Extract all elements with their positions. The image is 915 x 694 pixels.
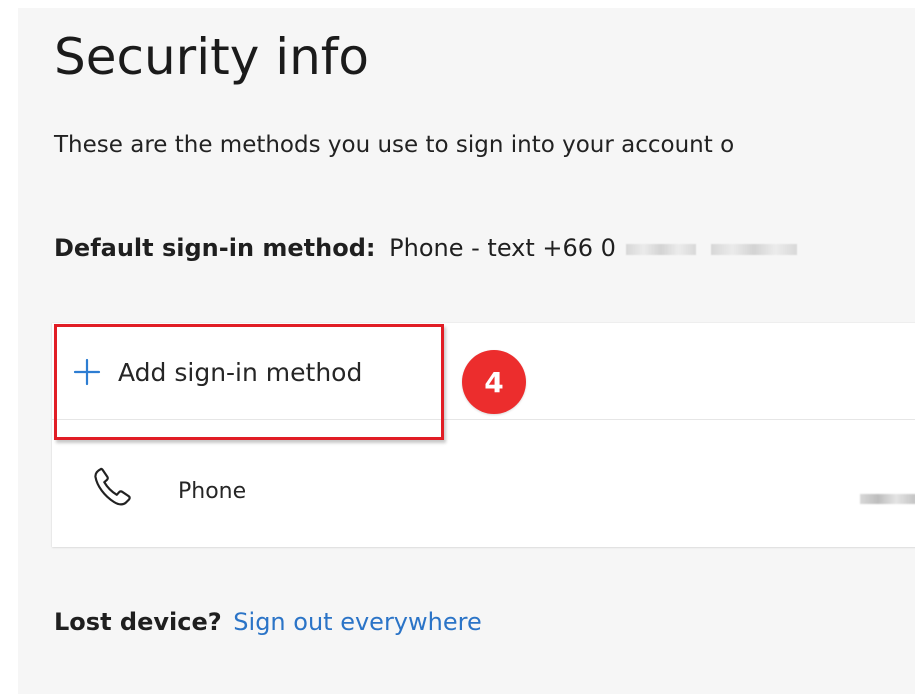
lost-device-section: Lost device? Sign out everywhere [54, 608, 482, 637]
page-description: These are the methods you use to sign in… [54, 132, 735, 158]
add-sign-in-method-label: Add sign-in method [118, 357, 363, 387]
default-sign-in-method-label: Default sign-in method: [54, 234, 376, 262]
redacted-phone-number-part-1 [625, 243, 696, 255]
security-info-page: Security info These are the methods you … [18, 8, 915, 694]
sign-in-method-type-phone: Phone [178, 479, 247, 504]
phone-icon [89, 462, 137, 510]
sign-out-everywhere-link[interactable]: Sign out everywhere [233, 608, 481, 636]
plus-icon [72, 357, 102, 387]
redacted-phone-number [860, 494, 915, 504]
sign-in-method-row-phone: Phone [52, 419, 915, 547]
default-sign-in-method-value: Phone - text +66 0 [389, 234, 616, 262]
redacted-phone-number-part-2 [711, 243, 798, 255]
add-sign-in-method-row: Add sign-in method 4 [52, 323, 915, 440]
step-number-badge: 4 [462, 350, 526, 414]
add-sign-in-method-button[interactable]: Add sign-in method [72, 348, 362, 396]
page-title: Security info [54, 28, 369, 86]
default-sign-in-method: Default sign-in method: Phone - text +66… [54, 234, 798, 263]
sign-in-methods-card: Add sign-in method 4 Phone [52, 323, 915, 547]
lost-device-label: Lost device? [54, 608, 222, 636]
